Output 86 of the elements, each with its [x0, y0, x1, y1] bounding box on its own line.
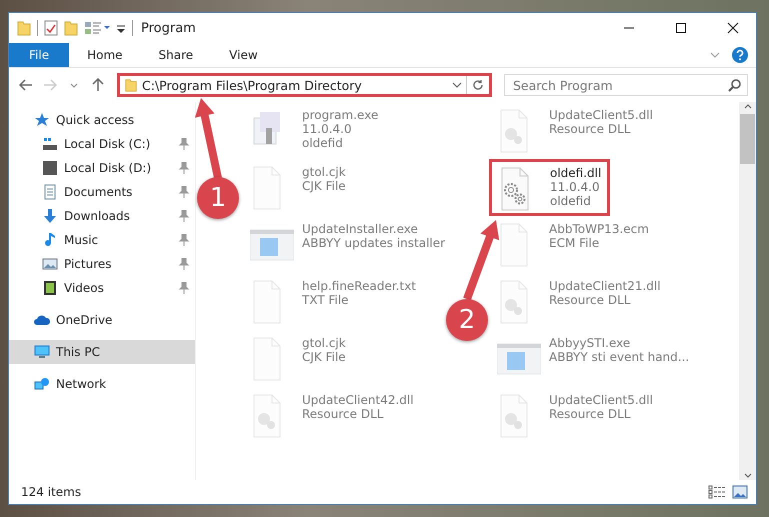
- file-detail: 11.0.4.0: [302, 122, 353, 136]
- view-list-icon[interactable]: [84, 20, 110, 36]
- file-item[interactable]: UpdateClient21.dll Resource DLL: [489, 273, 669, 330]
- sidebar-item[interactable]: This PC: [9, 340, 195, 364]
- file-item[interactable]: UpdateClient42.dll Resource DLL: [242, 387, 422, 444]
- sidebar-item[interactable]: Network: [9, 372, 195, 396]
- help-icon[interactable]: [732, 47, 748, 63]
- address-path: C:\Program Files\Program Directory: [142, 78, 363, 92]
- window-title: Program: [141, 20, 196, 36]
- search-icon: [728, 79, 741, 92]
- folder-icon: [124, 78, 138, 92]
- file-detail: oldefid: [302, 136, 344, 150]
- file-name: UpdateInstaller.exe: [302, 222, 419, 236]
- forward-arrow-icon: [43, 79, 57, 91]
- file-name: AbbyySTI.exe: [549, 336, 632, 350]
- details-view-icon[interactable]: [708, 485, 726, 499]
- back-arrow-icon: [19, 79, 33, 91]
- file-detail: Resource DLL: [549, 293, 632, 307]
- chevron-down-icon: [70, 82, 78, 88]
- file-name: UpdateClient21.dll: [549, 279, 661, 293]
- ribbon-tab[interactable]: Share: [140, 43, 212, 67]
- file-item[interactable]: oldefi.dll 11.0.4.0 oldefid: [489, 159, 610, 216]
- large-icons-view-icon[interactable]: [732, 485, 748, 499]
- file-item[interactable]: gtol.cjk CJK File: [242, 159, 354, 216]
- star-icon: [34, 112, 50, 128]
- scroll-down-icon[interactable]: [744, 472, 752, 480]
- file-detail: Resource DLL: [549, 122, 632, 136]
- ribbon-tab[interactable]: View: [211, 43, 276, 67]
- close-icon: [727, 22, 739, 34]
- up-arrow-icon: [92, 78, 104, 92]
- file-item[interactable]: UpdateInstaller.exe ABBYY updates installer: [242, 216, 454, 273]
- file-detail: CJK File: [302, 179, 346, 193]
- file-detail: oldefid: [550, 194, 592, 208]
- file-item[interactable]: UpdateClient5.dll Resource DLL: [489, 102, 661, 159]
- file-item[interactable]: AbbyySTI.exe ABBYY sti event hand...: [489, 330, 698, 387]
- scroll-up-icon[interactable]: [744, 102, 752, 110]
- maximize-icon: [675, 22, 687, 34]
- file-detail: Resource DLL: [549, 407, 632, 421]
- file-item[interactable]: program.exe 11.0.4.0 oldefid: [242, 102, 386, 159]
- file-detail: ECM File: [549, 236, 600, 250]
- drive-c-icon: [42, 136, 58, 152]
- sidebar-item[interactable]: Downloads: [9, 204, 195, 228]
- file-name: UpdateClient5.dll: [549, 108, 653, 122]
- file-name: program.exe: [302, 108, 378, 122]
- file-item[interactable]: AbbToWP13.ecm ECM File: [489, 216, 657, 273]
- file-name: oldefi.dll: [550, 166, 602, 180]
- file-detail: ABBYY updates installer: [302, 236, 446, 250]
- file-item[interactable]: gtol.cjk CJK File: [242, 330, 354, 387]
- sidebar-item[interactable]: Local Disk (D:): [9, 156, 195, 180]
- chevron-down-icon[interactable]: [452, 82, 462, 88]
- file-name: help.fineReader.txt: [302, 279, 416, 293]
- sidebar-item[interactable]: Quick access: [9, 108, 195, 132]
- picture-icon: [42, 256, 58, 272]
- sidebar-item[interactable]: OneDrive: [9, 308, 195, 332]
- ribbon-tab[interactable]: Home: [69, 43, 141, 67]
- file-name: gtol.cjk: [302, 336, 346, 350]
- document-icon: [42, 184, 58, 200]
- scrollbar[interactable]: [739, 102, 756, 480]
- address-bar[interactable]: C:\Program Files\Program Directory: [117, 73, 492, 97]
- sidebar-item[interactable]: Local Disk (C:): [9, 132, 195, 156]
- sidebar-item[interactable]: Videos: [9, 276, 195, 300]
- sidebar-item[interactable]: Music: [9, 228, 195, 252]
- sidebar-item[interactable]: Pictures: [9, 252, 195, 276]
- search-field[interactable]: Search Program: [504, 74, 748, 96]
- ribbon-tab[interactable]: File: [9, 43, 70, 67]
- pc-icon: [34, 344, 50, 360]
- properties-icon[interactable]: [44, 20, 58, 36]
- file-item[interactable]: UpdateClient5.dll Resource DLL: [489, 387, 661, 444]
- file-detail: ABBYY sti event hand...: [549, 350, 690, 364]
- music-icon: [42, 232, 58, 248]
- file-detail: CJK File: [302, 350, 346, 364]
- network-icon: [34, 376, 50, 392]
- file-name: UpdateClient42.dll: [302, 393, 414, 407]
- scroll-thumb[interactable]: [740, 114, 755, 164]
- file-detail: Resource DLL: [302, 407, 384, 421]
- video-icon: [42, 280, 58, 296]
- download-icon: [42, 208, 58, 224]
- file-item[interactable]: help.fineReader.txt TXT File: [242, 273, 424, 330]
- file-name: UpdateClient5.dll: [549, 393, 653, 407]
- file-detail: TXT File: [302, 293, 350, 307]
- refresh-icon: [472, 79, 484, 91]
- file-detail: 11.0.4.0: [550, 180, 601, 194]
- file-name: AbbToWP13.ecm: [549, 222, 649, 236]
- file-name: gtol.cjk: [302, 165, 346, 179]
- item-count: 124 items: [21, 485, 82, 499]
- sidebar-item[interactable]: Documents: [9, 180, 195, 204]
